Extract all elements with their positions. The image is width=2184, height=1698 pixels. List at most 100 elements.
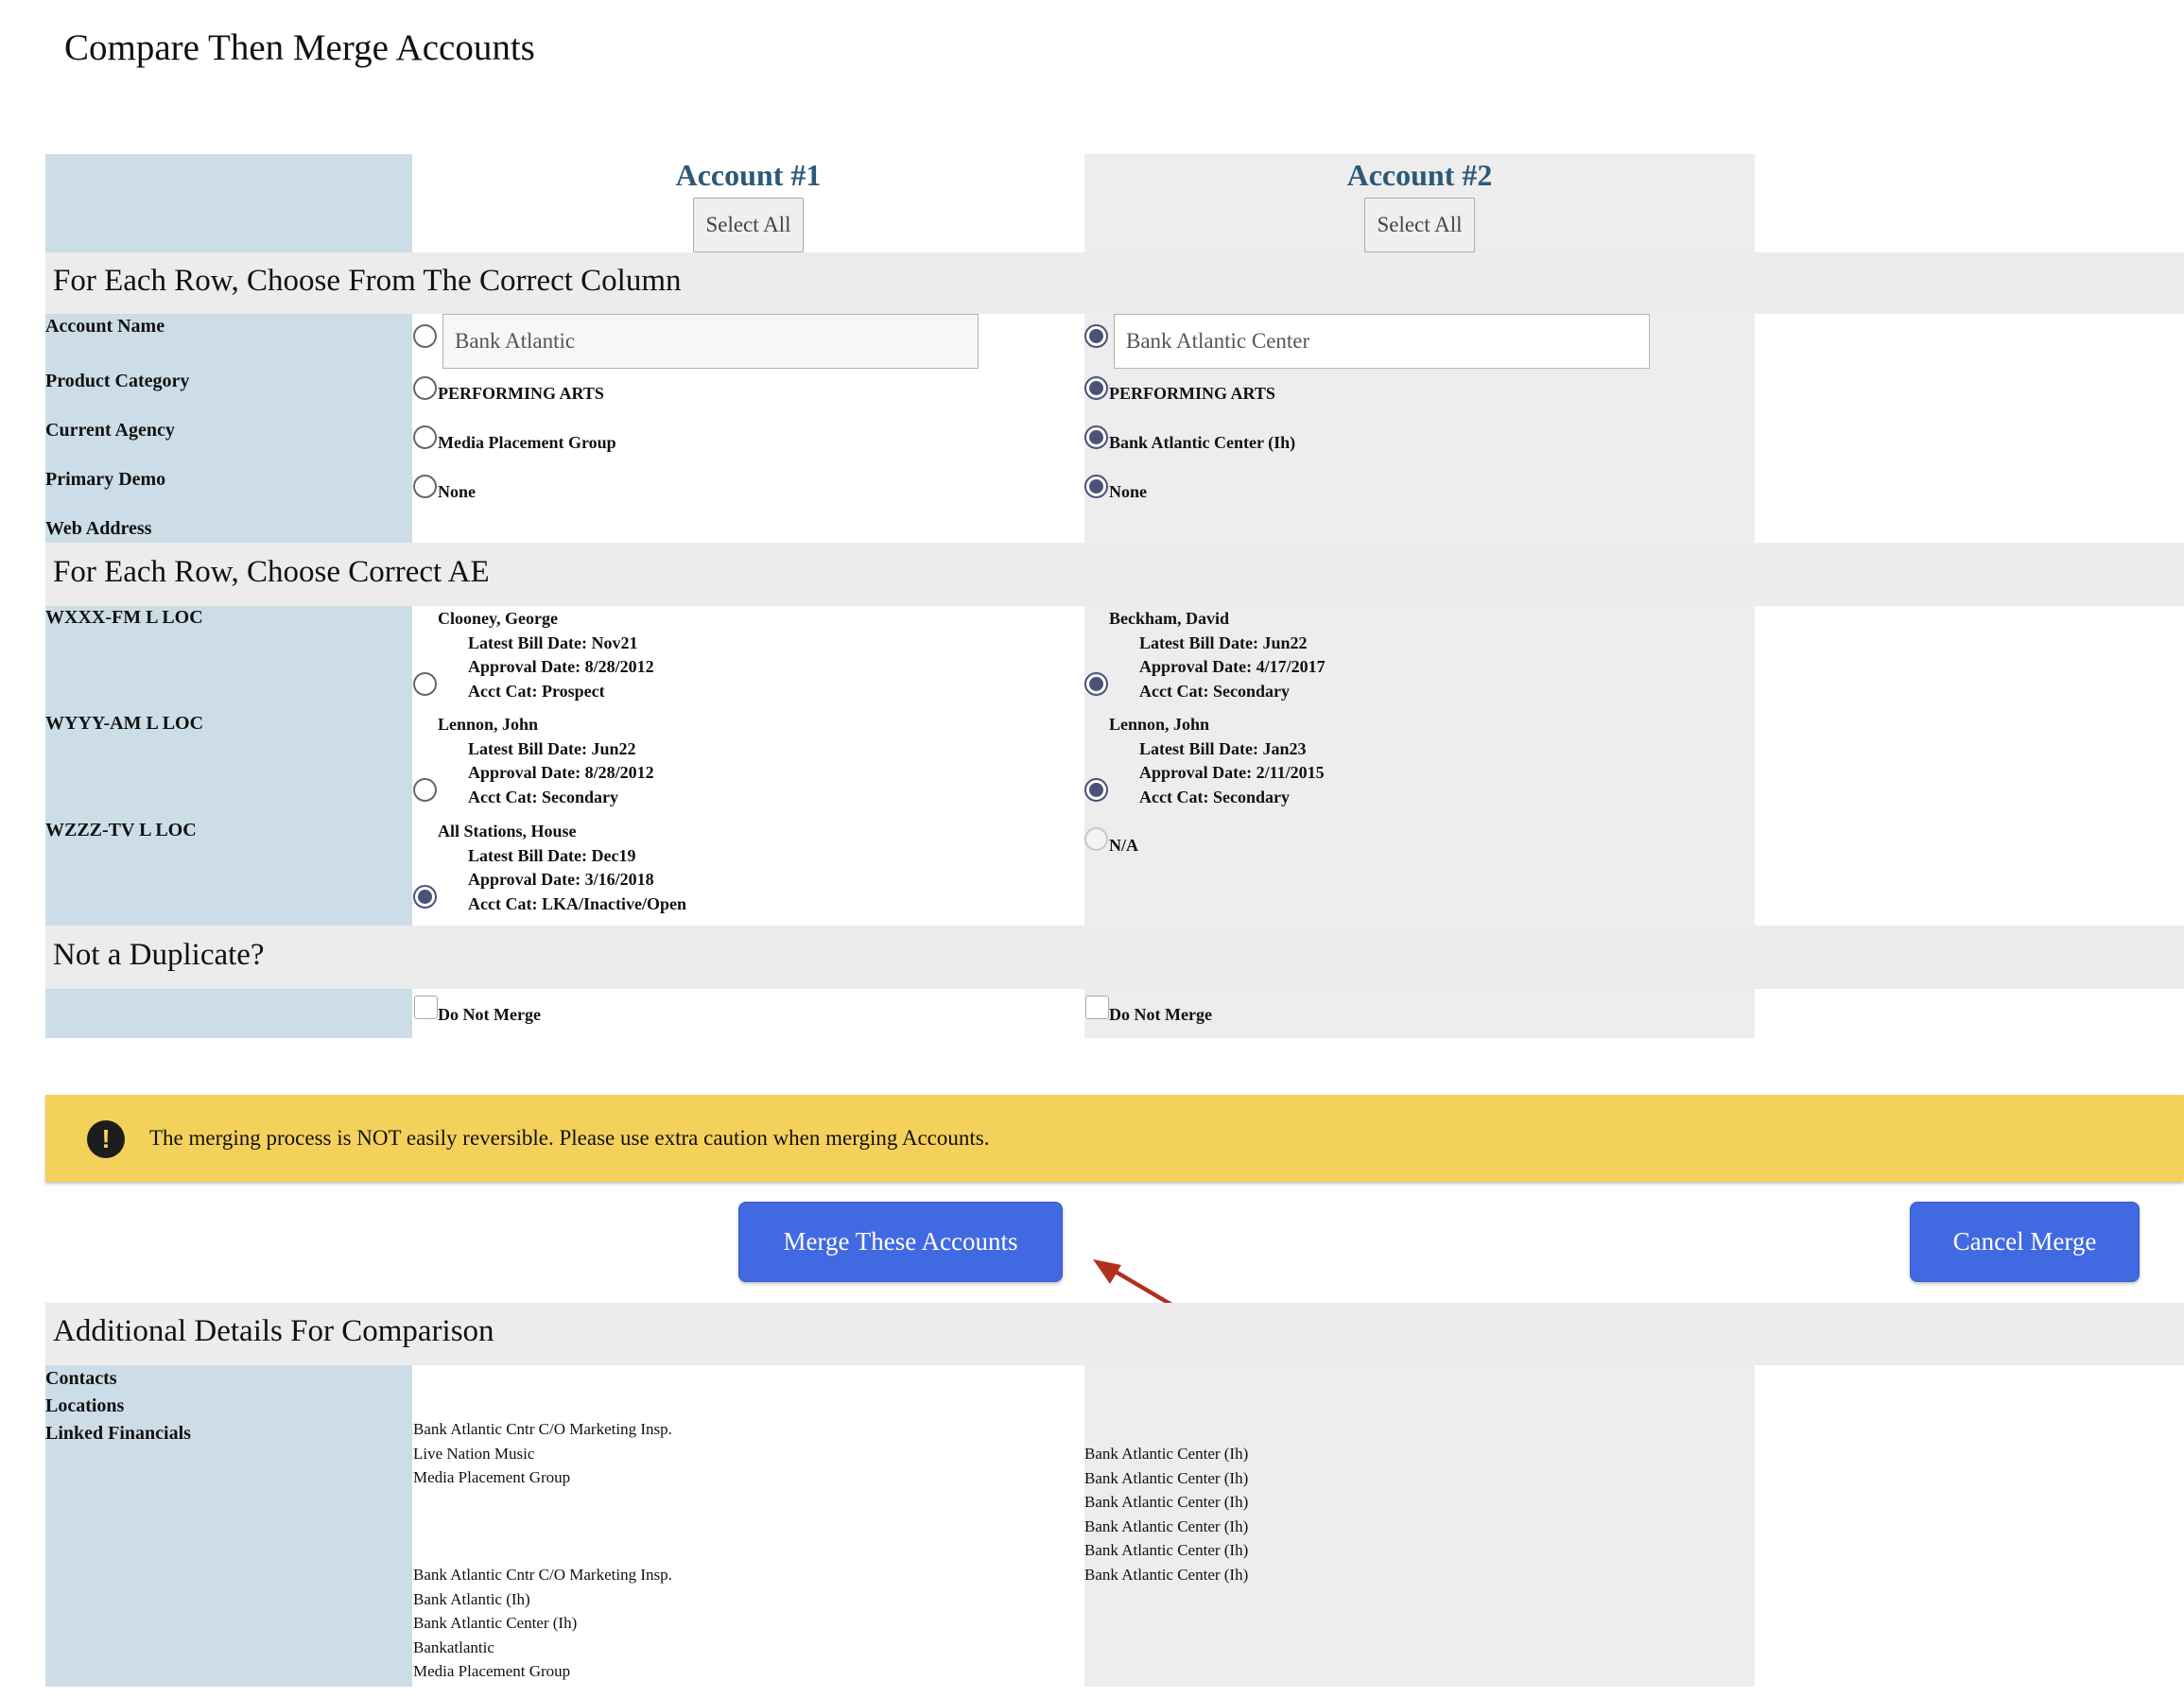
product-category-a2-value: PERFORMING ARTS <box>1109 384 1275 403</box>
ae-latest-bill: Latest Bill Date: Jun22 <box>1139 632 1308 652</box>
do-not-merge-a2-label: Do Not Merge <box>1109 1005 1212 1024</box>
primary-demo-a2-value: None <box>1109 482 1147 501</box>
account-name-a1-input[interactable]: Bank Atlantic <box>442 314 979 369</box>
ae-latest-bill: Latest Bill Date: Jan23 <box>1139 738 1307 758</box>
ae-block-wzzz-a1: All Stations, House Latest Bill Date: De… <box>438 820 686 916</box>
row-label-product-category: Product Category <box>45 371 190 391</box>
product-category-a2-radio[interactable] <box>1084 376 1108 400</box>
list-item: Bank Atlantic Center (Ih) <box>1084 1541 1249 1560</box>
list-item: Bank Atlantic (Ih) <box>413 1589 530 1608</box>
duplicate-account1-column: Do Not Merge <box>412 989 1084 1038</box>
ae-approval: Approval Date: 8/28/2012 <box>468 657 654 676</box>
warning-text: The merging process is NOT easily revers… <box>149 1126 990 1150</box>
account2-title: Account #2 <box>1346 158 1493 192</box>
account-name-a1-radio[interactable] <box>413 324 437 348</box>
exclamation-icon: ! <box>87 1120 125 1158</box>
row-label-current-agency: Current Agency <box>45 420 175 441</box>
ae-label-column: WXXX-FM L LOC WYYY-AM L LOC WZZZ-TV L LO… <box>45 606 412 926</box>
ae-wyyy-a1-radio[interactable] <box>413 778 437 802</box>
duplicate-label-column <box>45 989 412 1038</box>
do-not-merge-a1-checkbox[interactable] <box>414 996 438 1019</box>
warning-banner: ! The merging process is NOT easily reve… <box>45 1095 2184 1182</box>
details-label-column: Contacts Locations Linked Financials <box>45 1365 412 1687</box>
ae-approval: Approval Date: 4/17/2017 <box>1139 657 1326 676</box>
product-category-a1-radio[interactable] <box>413 376 437 400</box>
account2-header: Account #2 Select All <box>1084 154 1755 252</box>
details-account2-column: Bank Atlantic Center (Ih) Bank Atlantic … <box>1084 1365 1755 1687</box>
merge-accounts-button[interactable]: Merge These Accounts <box>738 1202 1063 1282</box>
section-heading-duplicate: Not a Duplicate? <box>45 926 2184 989</box>
section-heading-duplicate-text: Not a Duplicate? <box>53 938 265 972</box>
ae-name: Lennon, John <box>1109 715 1210 734</box>
details-account1-column: Bank Atlantic Cntr C/O Marketing Insp. L… <box>412 1365 1084 1687</box>
current-agency-a1-radio[interactable] <box>413 425 437 449</box>
a2-financials-list: Bank Atlantic Center (Ih) Bank Atlantic … <box>1084 1442 1248 1587</box>
annotation-arrow-head <box>1093 1259 1121 1284</box>
ae-block-wxxx-a2: Beckham, David Latest Bill Date: Jun22 A… <box>1109 607 1326 703</box>
list-item: Bank Atlantic Center (Ih) <box>1084 1445 1249 1463</box>
ae-acct-cat: Acct Cat: Secondary <box>1139 681 1290 701</box>
fields-account2-column: Bank Atlantic Center PERFORMING ARTS Ban… <box>1084 314 1755 543</box>
ae-approval: Approval Date: 8/28/2012 <box>468 763 654 782</box>
ae-acct-cat: Acct Cat: Secondary <box>1139 787 1290 806</box>
account1-select-all-button[interactable]: Select All <box>693 198 804 252</box>
list-item: Media Placement Group <box>413 1662 571 1681</box>
details-labels: Contacts Locations Linked Financials <box>45 1365 191 1447</box>
ae-acct-cat: Acct Cat: LKA/Inactive/Open <box>468 893 686 913</box>
cancel-merge-button[interactable]: Cancel Merge <box>1910 1202 2140 1282</box>
detail-label-linked-financials: Linked Financials <box>45 1423 191 1444</box>
account2-select-all-button[interactable]: Select All <box>1364 198 1475 252</box>
ae-wxxx-a2-radio[interactable] <box>1084 672 1108 696</box>
ae-approval: Approval Date: 2/11/2015 <box>1139 763 1325 782</box>
list-item: Bank Atlantic Center (Ih) <box>1084 1493 1249 1512</box>
list-item: Bank Atlantic Center (Ih) <box>413 1614 578 1633</box>
section-heading-fields-text: For Each Row, Choose From The Correct Co… <box>53 264 682 298</box>
list-item: Media Placement Group <box>413 1468 571 1487</box>
product-category-a1-value: PERFORMING ARTS <box>438 384 604 403</box>
ae-block-wyyy-a1: Lennon, John Latest Bill Date: Jun22 App… <box>438 713 654 809</box>
account-name-a2-input[interactable]: Bank Atlantic Center <box>1114 314 1650 369</box>
ae-latest-bill: Latest Bill Date: Nov21 <box>468 632 638 652</box>
row-label-wyyy: WYYY-AM L LOC <box>45 713 204 734</box>
ae-wzzz-a2-radio[interactable] <box>1084 827 1108 851</box>
ae-block-wxxx-a1: Clooney, George Latest Bill Date: Nov21 … <box>438 607 654 703</box>
ae-acct-cat: Acct Cat: Prospect <box>468 681 605 701</box>
account1-header: Account #1 Select All <box>412 154 1084 252</box>
page-title: Compare Then Merge Accounts <box>64 27 535 68</box>
account-name-a2-radio[interactable] <box>1084 324 1108 348</box>
list-item: Bank Atlantic Center (Ih) <box>1084 1468 1249 1487</box>
list-item: Bank Atlantic Cntr C/O Marketing Insp. <box>413 1566 672 1584</box>
list-item: Live Nation Music <box>413 1444 535 1463</box>
list-item: Bank Atlantic Cntr C/O Marketing Insp. <box>413 1420 672 1438</box>
row-label-primary-demo: Primary Demo <box>45 469 166 490</box>
ae-wzzz-a1-radio[interactable] <box>413 885 437 909</box>
do-not-merge-a1-label: Do Not Merge <box>438 1005 541 1024</box>
detail-label-locations: Locations <box>45 1395 125 1416</box>
a1-financials-group2: Bank Atlantic Cntr C/O Marketing Insp. B… <box>413 1563 672 1684</box>
ae-acct-cat: Acct Cat: Secondary <box>468 787 618 806</box>
ae-wxxx-a1-radio[interactable] <box>413 672 437 696</box>
list-item: Bankatlantic <box>413 1637 494 1656</box>
primary-demo-a1-value: None <box>438 482 476 501</box>
ae-block-wyyy-a2: Lennon, John Latest Bill Date: Jan23 App… <box>1109 713 1325 809</box>
section-heading-fields: For Each Row, Choose From The Correct Co… <box>45 252 2184 314</box>
section-heading-details-text: Additional Details For Comparison <box>53 1314 494 1348</box>
section-heading-ae-text: For Each Row, Choose Correct AE <box>53 555 490 589</box>
ae-latest-bill: Latest Bill Date: Jun22 <box>468 738 636 758</box>
list-item: Bank Atlantic Center (Ih) <box>1084 1565 1249 1584</box>
primary-demo-a2-radio[interactable] <box>1084 475 1108 498</box>
current-agency-a2-value: Bank Atlantic Center (Ih) <box>1109 433 1296 452</box>
account1-title: Account #1 <box>675 158 822 192</box>
row-label-wzzz: WZZZ-TV L LOC <box>45 820 197 840</box>
ae-account1-column: Clooney, George Latest Bill Date: Nov21 … <box>412 606 1084 926</box>
do-not-merge-a2-checkbox[interactable] <box>1085 996 1109 1019</box>
ae-wyyy-a2-radio[interactable] <box>1084 778 1108 802</box>
fields-label-column: Account Name Product Category Current Ag… <box>45 314 412 543</box>
current-agency-a1-value: Media Placement Group <box>438 433 616 452</box>
ae-account2-column: Beckham, David Latest Bill Date: Jun22 A… <box>1084 606 1755 926</box>
primary-demo-a1-radio[interactable] <box>413 475 437 498</box>
duplicate-account2-column: Do Not Merge <box>1084 989 1755 1038</box>
current-agency-a2-radio[interactable] <box>1084 425 1108 449</box>
detail-label-contacts: Contacts <box>45 1368 117 1389</box>
label-column-header <box>45 154 412 252</box>
